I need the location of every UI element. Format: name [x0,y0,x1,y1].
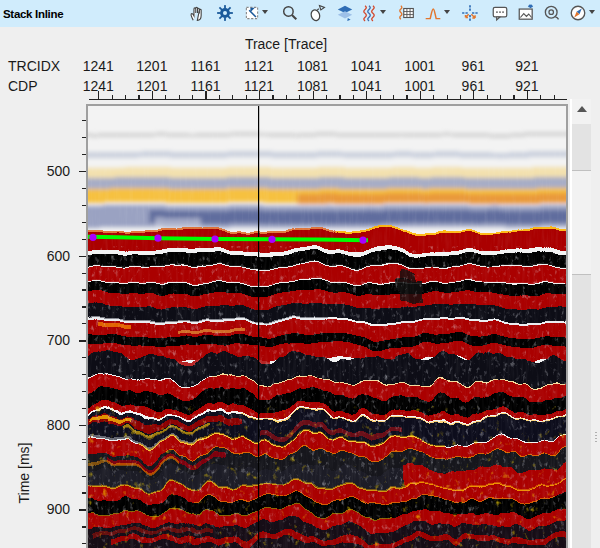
horizon-pick-marker[interactable] [268,236,275,243]
layers-icon[interactable] [336,4,354,22]
tick-mark [353,95,354,99]
tick-mark [380,95,381,99]
seismic-grain-overlay [88,130,566,548]
seismic-section[interactable] [88,106,566,548]
tick-mark [554,95,555,99]
tick-mark [326,95,327,99]
tick-mark [460,95,461,99]
wiggle-traces-dropdown-icon[interactable] [380,10,386,14]
trace-number-r1: 1001 [404,58,435,74]
pan-hand-icon[interactable] [188,4,206,22]
trace-number-r1: 961 [462,58,485,74]
wiggle-traces-icon[interactable] [360,4,378,22]
tick-mark [366,91,367,99]
zoom-magnifier-icon[interactable] [281,4,299,22]
tick-mark [192,95,193,99]
tick-mark [112,95,113,99]
trace-number-r1: 1161 [190,58,220,74]
tick-mark [406,95,407,99]
tick-mark [138,95,139,99]
tick-mark [259,91,260,99]
horizon-pick-marker[interactable] [89,234,96,241]
trace-number-r1: 1041 [351,58,382,74]
histogram-curve-dropdown-icon[interactable] [444,10,450,14]
compass-dropdown-icon[interactable] [589,10,595,14]
tick-mark [205,91,206,99]
image-export-icon[interactable] [517,4,535,22]
tick-mark [313,91,314,99]
annotation-circle-icon[interactable] [543,4,561,22]
tick-mark [487,95,488,99]
scrollbar-up-arrow-icon [577,106,587,112]
tick-mark [89,99,567,100]
tick-mark [152,91,153,99]
cdp-row-label: CDP [8,78,38,94]
tick-mark [165,95,166,99]
tick-mark [339,95,340,99]
crosshair-tracking-icon[interactable] [461,4,479,22]
trace-number-r1: 1241 [83,58,114,74]
tick-mark [299,95,300,99]
tick-mark [433,95,434,99]
trace-axis-title: Trace [Trace] [230,36,342,52]
mouse-pick-icon[interactable] [308,4,326,22]
tick-mark [500,95,501,99]
tick-mark [246,95,247,99]
time-tick-label: 800 [26,417,70,433]
select-region-icon[interactable] [243,4,261,22]
tick-mark [286,95,287,99]
settings-gear-icon[interactable] [216,4,234,22]
trace-number-r1: 1201 [136,58,167,74]
horizon-pick-marker[interactable] [359,237,366,244]
time-tick-label: 900 [26,501,70,517]
time-axis-title: Time [ms] [16,442,32,504]
trace-number-r1: 1081 [297,58,328,74]
tick-mark [513,95,514,99]
gripper-dots [595,432,597,444]
tick-mark [272,95,273,99]
tick-mark [540,95,541,99]
tick-mark [232,95,233,99]
time-tick-label: 600 [26,248,70,264]
tick-mark [447,95,448,99]
vertical-scrollbar[interactable] [570,99,591,548]
time-tick-label: 700 [26,332,70,348]
tick-mark [393,95,394,99]
compass-icon[interactable] [569,4,587,22]
horizon-pick-marker[interactable] [154,235,161,242]
tick-mark [420,91,421,99]
trcidx-row-label: TRCIDX [8,58,60,74]
tick-mark [219,95,220,99]
tick-mark [527,91,528,99]
window-title: Stack Inline [3,0,63,27]
comment-bubble-icon[interactable] [491,4,509,22]
horizon-pick-marker[interactable] [211,235,218,242]
tick-mark [125,95,126,99]
tick-mark [473,91,474,99]
tick-mark [98,91,99,99]
tick-mark [179,95,180,99]
histogram-curve-icon[interactable] [424,4,442,22]
trace-table-icon[interactable] [397,4,415,22]
scrollbar-up-button[interactable] [572,99,591,124]
scrollbar-thumb[interactable] [572,170,591,275]
select-region-dropdown-icon[interactable] [262,10,268,14]
trace-number-r1: 1121 [244,58,274,74]
time-tick-label: 500 [26,163,70,179]
toolbar: Stack Inline [0,0,600,27]
cursor-trace-line[interactable] [258,106,259,548]
trace-number-r1: 921 [515,58,538,74]
